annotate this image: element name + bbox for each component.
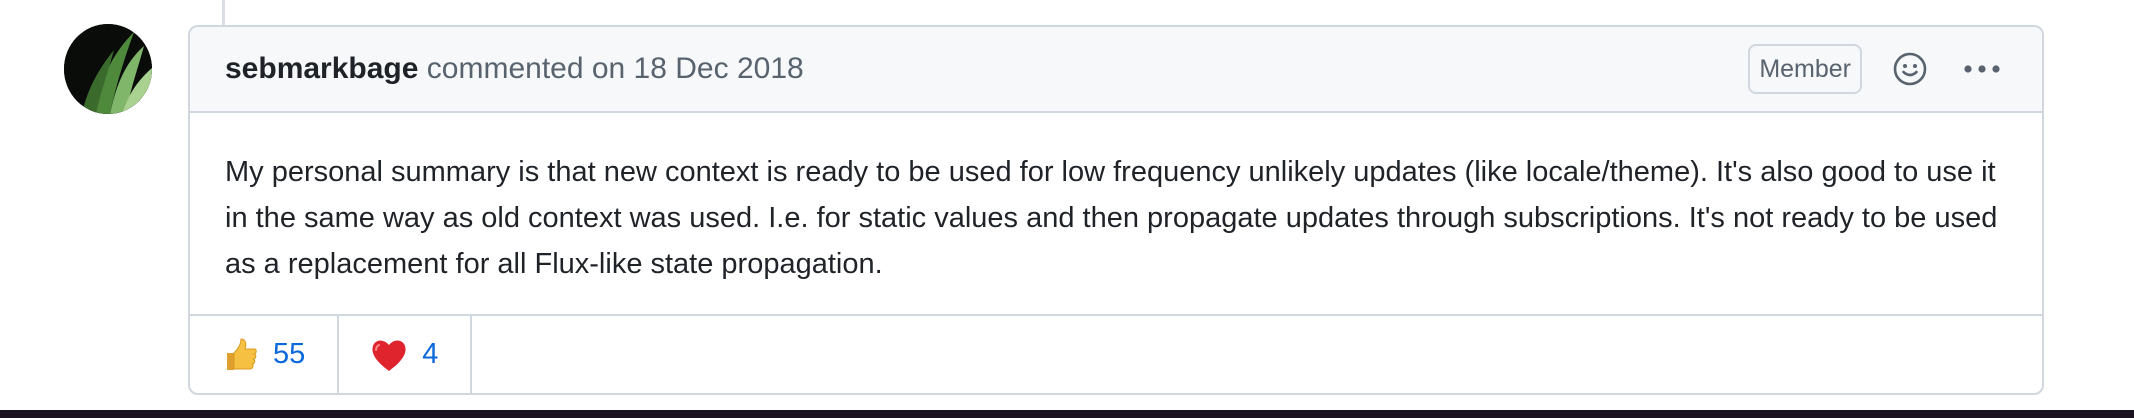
avatar[interactable] <box>64 24 152 114</box>
avatar-image <box>64 24 152 114</box>
comment-header-text: sebmarkbage commented on 18 Dec 2018 <box>225 54 804 84</box>
timeline-connector <box>222 0 225 26</box>
bottom-bar <box>0 410 2134 418</box>
comment-box: sebmarkbage commented on 18 Dec 2018 Mem… <box>188 25 2044 395</box>
comment-timestamp[interactable]: commented on 18 Dec 2018 <box>427 52 804 85</box>
thumbs-up-icon <box>221 336 259 374</box>
reaction-count: 55 <box>273 338 306 370</box>
red-heart-icon <box>370 337 408 373</box>
comment-header: sebmarkbage commented on 18 Dec 2018 Mem… <box>190 27 2042 113</box>
reactions-bar: 55 4 <box>190 314 2042 393</box>
reaction-heart[interactable]: 4 <box>339 316 473 393</box>
more-options-button[interactable] <box>1960 47 2004 91</box>
header-actions: Member <box>1748 27 2004 111</box>
member-badge: Member <box>1748 44 1862 94</box>
reaction-thumbs-up[interactable]: 55 <box>190 316 340 393</box>
comment-body: My personal summary is that new context … <box>225 156 1998 280</box>
add-reaction-button[interactable] <box>1888 47 1932 91</box>
author-link[interactable]: sebmarkbage <box>225 52 418 85</box>
smiley-icon <box>1893 52 1927 86</box>
kebab-horizontal-icon <box>1964 65 2000 73</box>
reaction-count: 4 <box>422 338 439 370</box>
